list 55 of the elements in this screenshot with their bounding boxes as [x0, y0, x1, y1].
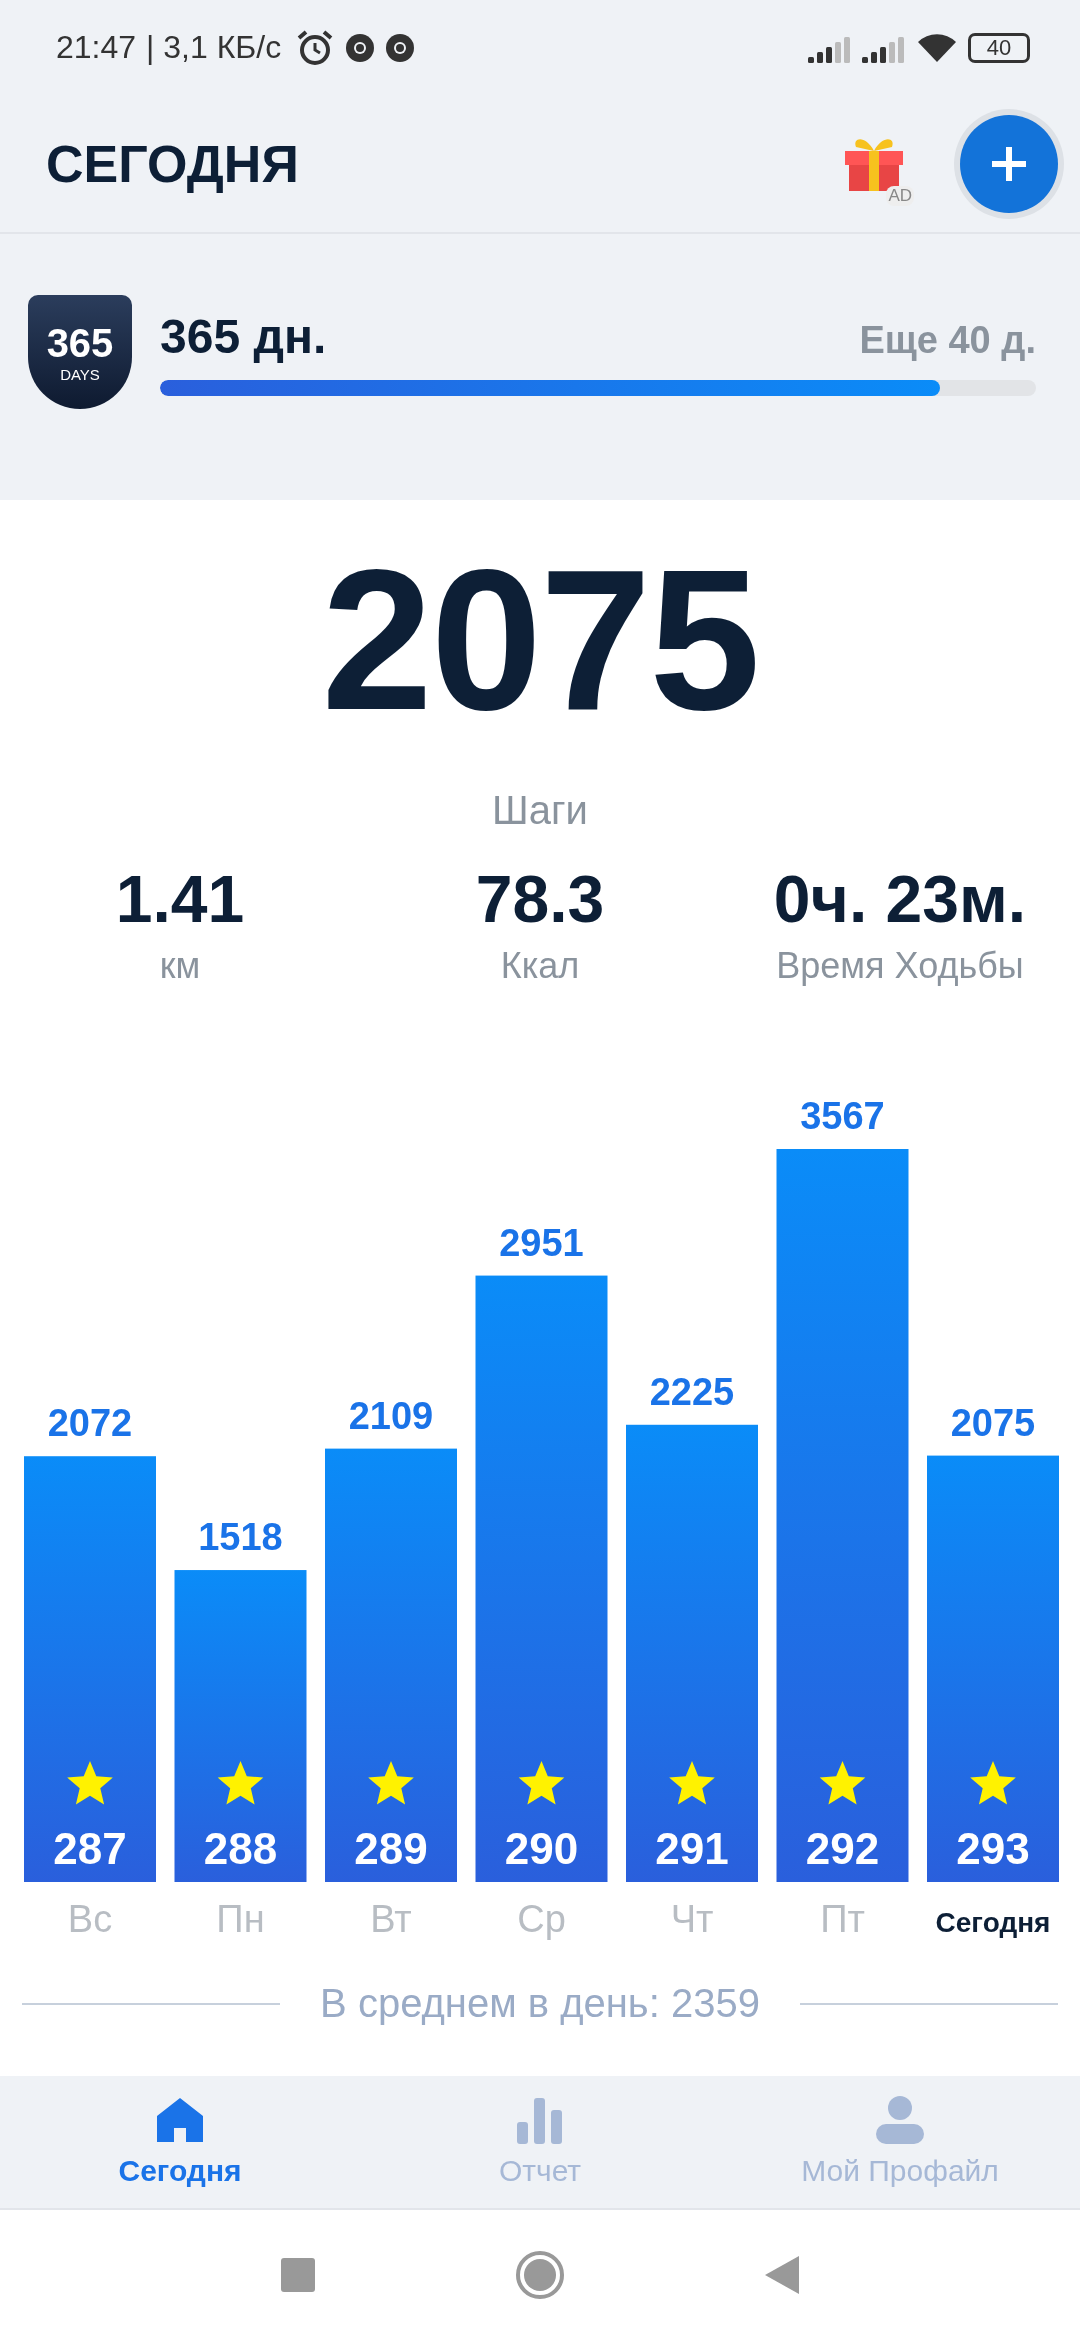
home-circle-icon[interactable] — [515, 2250, 565, 2300]
streak-number: 291 — [655, 1824, 729, 1873]
step-count: 2075 — [321, 540, 759, 740]
wifi-icon — [916, 31, 958, 64]
bar-value: 2225 — [649, 1370, 735, 1413]
star-icon — [217, 1761, 264, 1805]
person-icon — [875, 2096, 925, 2144]
streak-number: 293 — [956, 1824, 1030, 1873]
home-icon — [155, 2096, 205, 2144]
bar-value: 2951 — [499, 1221, 584, 1264]
bar-value: 1518 — [198, 1516, 283, 1559]
day-label: Вт — [370, 1898, 412, 1940]
battery-level: 40 — [986, 34, 1012, 61]
streak-number: 292 — [805, 1824, 880, 1873]
browser-icon — [385, 32, 416, 63]
page-title: СЕГОДНЯ — [46, 133, 299, 194]
nav-tab[interactable]: Мой Профайл — [720, 2076, 1080, 2208]
bar-value: 2072 — [47, 1402, 133, 1445]
day-label: Пн — [216, 1898, 265, 1940]
star-icon — [970, 1761, 1016, 1805]
bar-value: 3567 — [800, 1095, 885, 1137]
days-badge: 365 DAYS — [28, 295, 132, 409]
day-label: Чт — [670, 1898, 714, 1940]
back-icon[interactable] — [765, 2256, 799, 2294]
nav-tab[interactable]: Отчет — [360, 2076, 720, 2208]
browser-icon — [345, 32, 376, 63]
day-label: Ср — [517, 1898, 566, 1940]
daily-average: В среднем в день: 2359 — [320, 1981, 760, 2026]
streak-number: 289 — [354, 1824, 428, 1873]
stat-label: Время Ходьбы — [776, 945, 1024, 987]
star-icon — [669, 1761, 715, 1805]
star-icon — [368, 1761, 414, 1805]
day-label: Пт — [820, 1898, 865, 1940]
day-label: Вс — [67, 1898, 113, 1940]
steps-label: Шаги — [492, 788, 588, 833]
network-speed: | 3,1 КБ/с — [146, 29, 282, 66]
stat-label: Ккал — [500, 945, 580, 987]
star-icon — [819, 1761, 866, 1805]
goal-title: 365 дн. — [160, 308, 327, 364]
streak-number: 287 — [53, 1824, 127, 1873]
star-icon — [67, 1761, 113, 1805]
streak-number: 288 — [203, 1824, 278, 1873]
day-label: Сегодня — [935, 1907, 1051, 1938]
bar-chart-icon — [515, 2096, 565, 2144]
stat-label: км — [159, 945, 201, 987]
stat-value: 1.41 — [115, 861, 245, 937]
stat-value: 78.3 — [475, 861, 605, 937]
star-icon — [518, 1761, 565, 1805]
streak-number: 290 — [504, 1824, 579, 1873]
bar-value: 2075 — [950, 1401, 1036, 1444]
days-remaining: Еще 40 д. — [859, 318, 1036, 362]
stat-value: 0ч. 23м. — [773, 861, 1027, 937]
bar-value: 2109 — [348, 1394, 434, 1437]
nav-tab[interactable]: Сегодня — [0, 2076, 360, 2208]
status-time: 21:47 — [56, 29, 137, 66]
